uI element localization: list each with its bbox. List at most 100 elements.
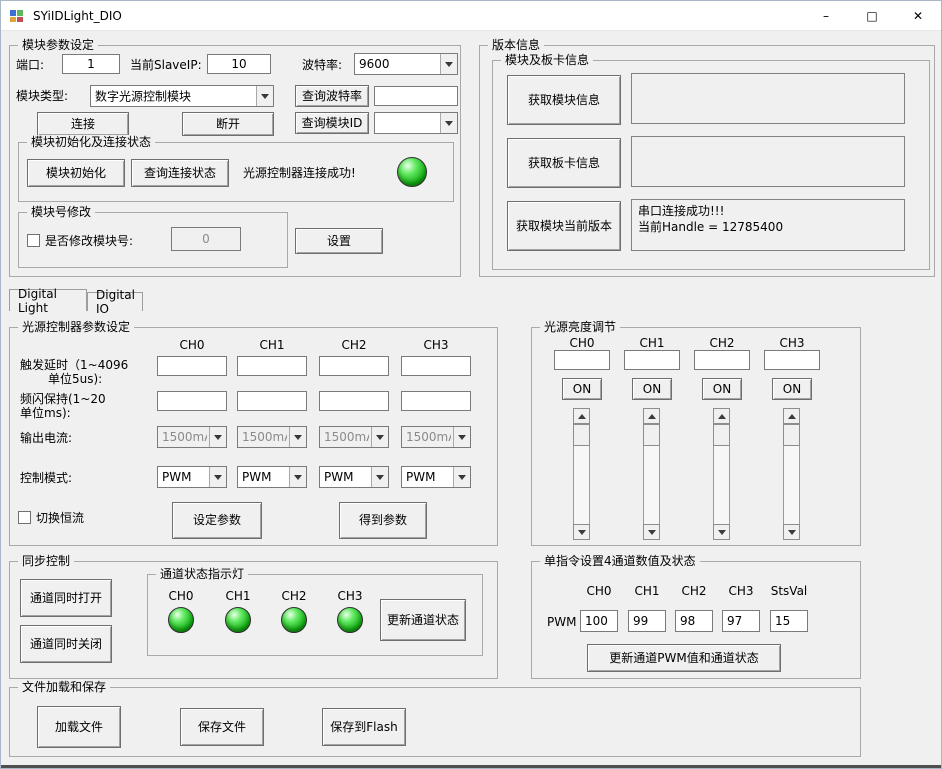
- connect-button[interactable]: 连接: [37, 112, 129, 136]
- pwm-ch0-input[interactable]: [580, 610, 618, 632]
- scrollbar-down-icon[interactable]: [573, 524, 590, 540]
- strobe-hold-label-line1: 频闪保持(1~20: [20, 392, 106, 406]
- control-mode-ch1-select[interactable]: PWM: [237, 466, 307, 488]
- control-mode-ch2-select[interactable]: PWM: [319, 466, 389, 488]
- baud-label: 波特率:: [302, 58, 342, 72]
- chevron-down-icon[interactable]: [256, 86, 273, 106]
- channel-led-ch1: [225, 607, 251, 633]
- open-all-channels-button[interactable]: 通道同时打开: [20, 579, 112, 617]
- brightness-ch1-input[interactable]: [624, 350, 680, 370]
- scrollbar-thumb[interactable]: [783, 424, 800, 446]
- chevron-down-icon[interactable]: [440, 113, 457, 133]
- set-params-button[interactable]: 设定参数: [172, 502, 262, 539]
- set-module-no-button[interactable]: 设置: [295, 228, 383, 254]
- module-init-button[interactable]: 模块初始化: [27, 159, 125, 187]
- slave-ip-input[interactable]: [207, 54, 271, 74]
- query-module-id-button[interactable]: 查询模块ID: [295, 112, 369, 134]
- brightness-ch0-input[interactable]: [554, 350, 610, 370]
- control-mode-ch0-select[interactable]: PWM: [157, 466, 227, 488]
- trigger-delay-ch1-input[interactable]: [237, 356, 307, 376]
- maximize-button[interactable]: □: [849, 1, 895, 31]
- constant-current-checkbox[interactable]: [18, 511, 31, 524]
- titlebar: SYiIDLight_DIO – □ ✕: [1, 1, 941, 31]
- scrollbar-down-icon[interactable]: [643, 524, 660, 540]
- current-handle-text: 当前Handle = 12785400: [638, 219, 898, 235]
- chevron-down-icon[interactable]: [440, 54, 457, 74]
- scrollbar-thumb[interactable]: [713, 424, 730, 446]
- module-info-display: [631, 73, 905, 124]
- control-mode-ch3-select[interactable]: PWM: [401, 466, 471, 488]
- port-label: 端口:: [16, 58, 44, 72]
- sync-control-group-title: 同步控制: [18, 554, 74, 568]
- board-info-display: [631, 136, 905, 187]
- init-status-group: 模块初始化及连接状态 模块初始化 查询连接状态 光源控制器连接成功!: [18, 142, 454, 202]
- get-board-info-button[interactable]: 获取板卡信息: [507, 138, 621, 188]
- chevron-down-icon[interactable]: [453, 467, 470, 487]
- modify-module-no-checkbox[interactable]: [27, 234, 40, 247]
- save-file-button[interactable]: 保存文件: [180, 708, 264, 746]
- strobe-hold-ch3-input[interactable]: [401, 391, 471, 411]
- baud-select[interactable]: 9600: [354, 53, 458, 75]
- chevron-down-icon[interactable]: [371, 467, 388, 487]
- on-button-ch0[interactable]: ON: [562, 378, 602, 400]
- brightness-scrollbar-ch1[interactable]: [643, 408, 660, 540]
- brightness-scrollbar-ch0[interactable]: [573, 408, 590, 540]
- tab-digital-light[interactable]: Digital Light: [9, 289, 87, 311]
- on-button-ch3[interactable]: ON: [772, 378, 812, 400]
- module-type-select[interactable]: 数字光源控制模块: [90, 85, 274, 107]
- channel-indicator-group-title: 通道状态指示灯: [156, 567, 248, 581]
- brightness-scrollbar-ch2[interactable]: [713, 408, 730, 540]
- scrollbar-down-icon[interactable]: [713, 524, 730, 540]
- disconnect-button[interactable]: 断开: [182, 112, 274, 136]
- scrollbar-thumb[interactable]: [573, 424, 590, 446]
- brightness-ch3-input[interactable]: [764, 350, 820, 370]
- chevron-down-icon[interactable]: [209, 467, 226, 487]
- channel-led-ch2: [281, 607, 307, 633]
- update-channel-status-button[interactable]: 更新通道状态: [380, 599, 466, 641]
- stsval-input[interactable]: [770, 610, 808, 632]
- single-command-group: 单指令设置4通道数值及状态 CH0 CH1 CH2 CH3 StsVal PWM…: [531, 561, 861, 679]
- pwm-ch3-input[interactable]: [722, 610, 760, 632]
- minimize-button[interactable]: –: [803, 1, 849, 31]
- update-pwm-status-button[interactable]: 更新通道PWM值和通道状态: [587, 644, 781, 672]
- close-button[interactable]: ✕: [895, 1, 941, 31]
- scrollbar-up-icon[interactable]: [713, 408, 730, 424]
- get-module-info-button[interactable]: 获取模块信息: [507, 75, 621, 125]
- save-to-flash-button[interactable]: 保存到Flash: [322, 708, 406, 746]
- load-file-button[interactable]: 加载文件: [37, 706, 121, 748]
- query-baud-button[interactable]: 查询波特率: [295, 85, 369, 107]
- pwm-ch1-input[interactable]: [628, 610, 666, 632]
- strobe-hold-ch1-input[interactable]: [237, 391, 307, 411]
- module-id-select[interactable]: [374, 112, 458, 134]
- brightness-ch2-input[interactable]: [694, 350, 750, 370]
- get-params-button[interactable]: 得到参数: [339, 502, 427, 539]
- light-params-ch2-header: CH2: [319, 338, 389, 352]
- trigger-delay-ch2-input[interactable]: [319, 356, 389, 376]
- connection-status-led: [397, 157, 427, 187]
- on-button-ch1[interactable]: ON: [632, 378, 672, 400]
- chevron-down-icon[interactable]: [289, 467, 306, 487]
- get-module-version-button[interactable]: 获取模块当前版本: [507, 201, 621, 251]
- init-status-group-title: 模块初始化及连接状态: [27, 135, 155, 149]
- trigger-delay-ch0-input[interactable]: [157, 356, 227, 376]
- window-controls: – □ ✕: [803, 1, 941, 31]
- scrollbar-thumb[interactable]: [643, 424, 660, 446]
- strobe-hold-ch2-input[interactable]: [319, 391, 389, 411]
- port-input[interactable]: [62, 54, 120, 74]
- pwm-ch2-input[interactable]: [675, 610, 713, 632]
- close-all-channels-button[interactable]: 通道同时关闭: [20, 625, 112, 663]
- light-params-ch1-header: CH1: [237, 338, 307, 352]
- scrollbar-up-icon[interactable]: [783, 408, 800, 424]
- query-baud-result-input[interactable]: [374, 86, 458, 106]
- strobe-hold-ch0-input[interactable]: [157, 391, 227, 411]
- scrollbar-up-icon[interactable]: [573, 408, 590, 424]
- scrollbar-up-icon[interactable]: [643, 408, 660, 424]
- tab-digital-io[interactable]: Digital IO: [87, 292, 143, 311]
- trigger-delay-ch3-input[interactable]: [401, 356, 471, 376]
- query-connection-status-button[interactable]: 查询连接状态: [131, 159, 229, 187]
- module-type-label: 模块类型:: [16, 89, 68, 103]
- on-button-ch2[interactable]: ON: [702, 378, 742, 400]
- brightness-scrollbar-ch3[interactable]: [783, 408, 800, 540]
- scrollbar-down-icon[interactable]: [783, 524, 800, 540]
- single-cmd-ch3-header: CH3: [722, 584, 760, 598]
